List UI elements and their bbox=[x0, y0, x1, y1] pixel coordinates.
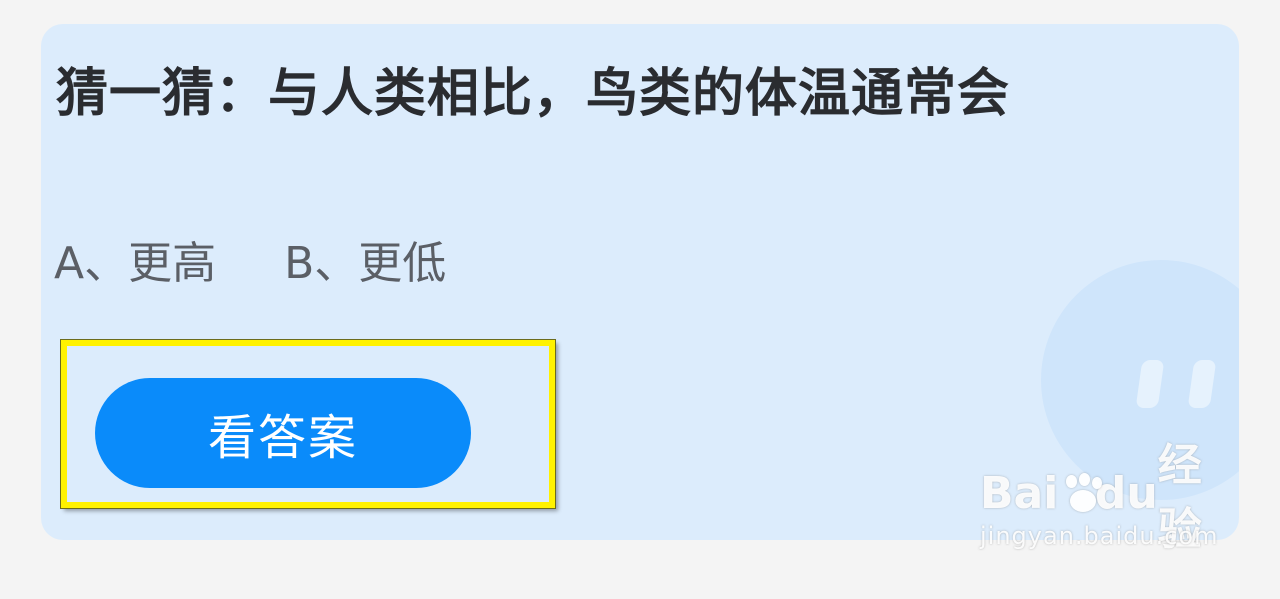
watermark-brand-left: Bai bbox=[980, 467, 1059, 519]
quiz-question: 猜一猜：与人类相比，鸟类的体温通常会 bbox=[56, 64, 1011, 124]
option-b: B、更低 bbox=[284, 238, 447, 289]
baidu-jingyan-watermark: Bai du 经验 jingyan.baidu.com bbox=[980, 440, 1220, 555]
quiz-options: A、更高 B、更低 bbox=[54, 236, 446, 292]
mascot-eye bbox=[1135, 360, 1165, 408]
watermark-url: jingyan.baidu.com bbox=[980, 522, 1219, 550]
watermark-logo: Bai du 经验 bbox=[980, 440, 1220, 555]
watermark-brand-mid: du bbox=[1094, 467, 1158, 519]
option-a: A、更高 bbox=[54, 238, 217, 289]
paw-icon bbox=[1060, 473, 1103, 513]
view-answer-button[interactable]: 看答案 bbox=[95, 378, 471, 488]
mascot-eye bbox=[1187, 360, 1217, 408]
